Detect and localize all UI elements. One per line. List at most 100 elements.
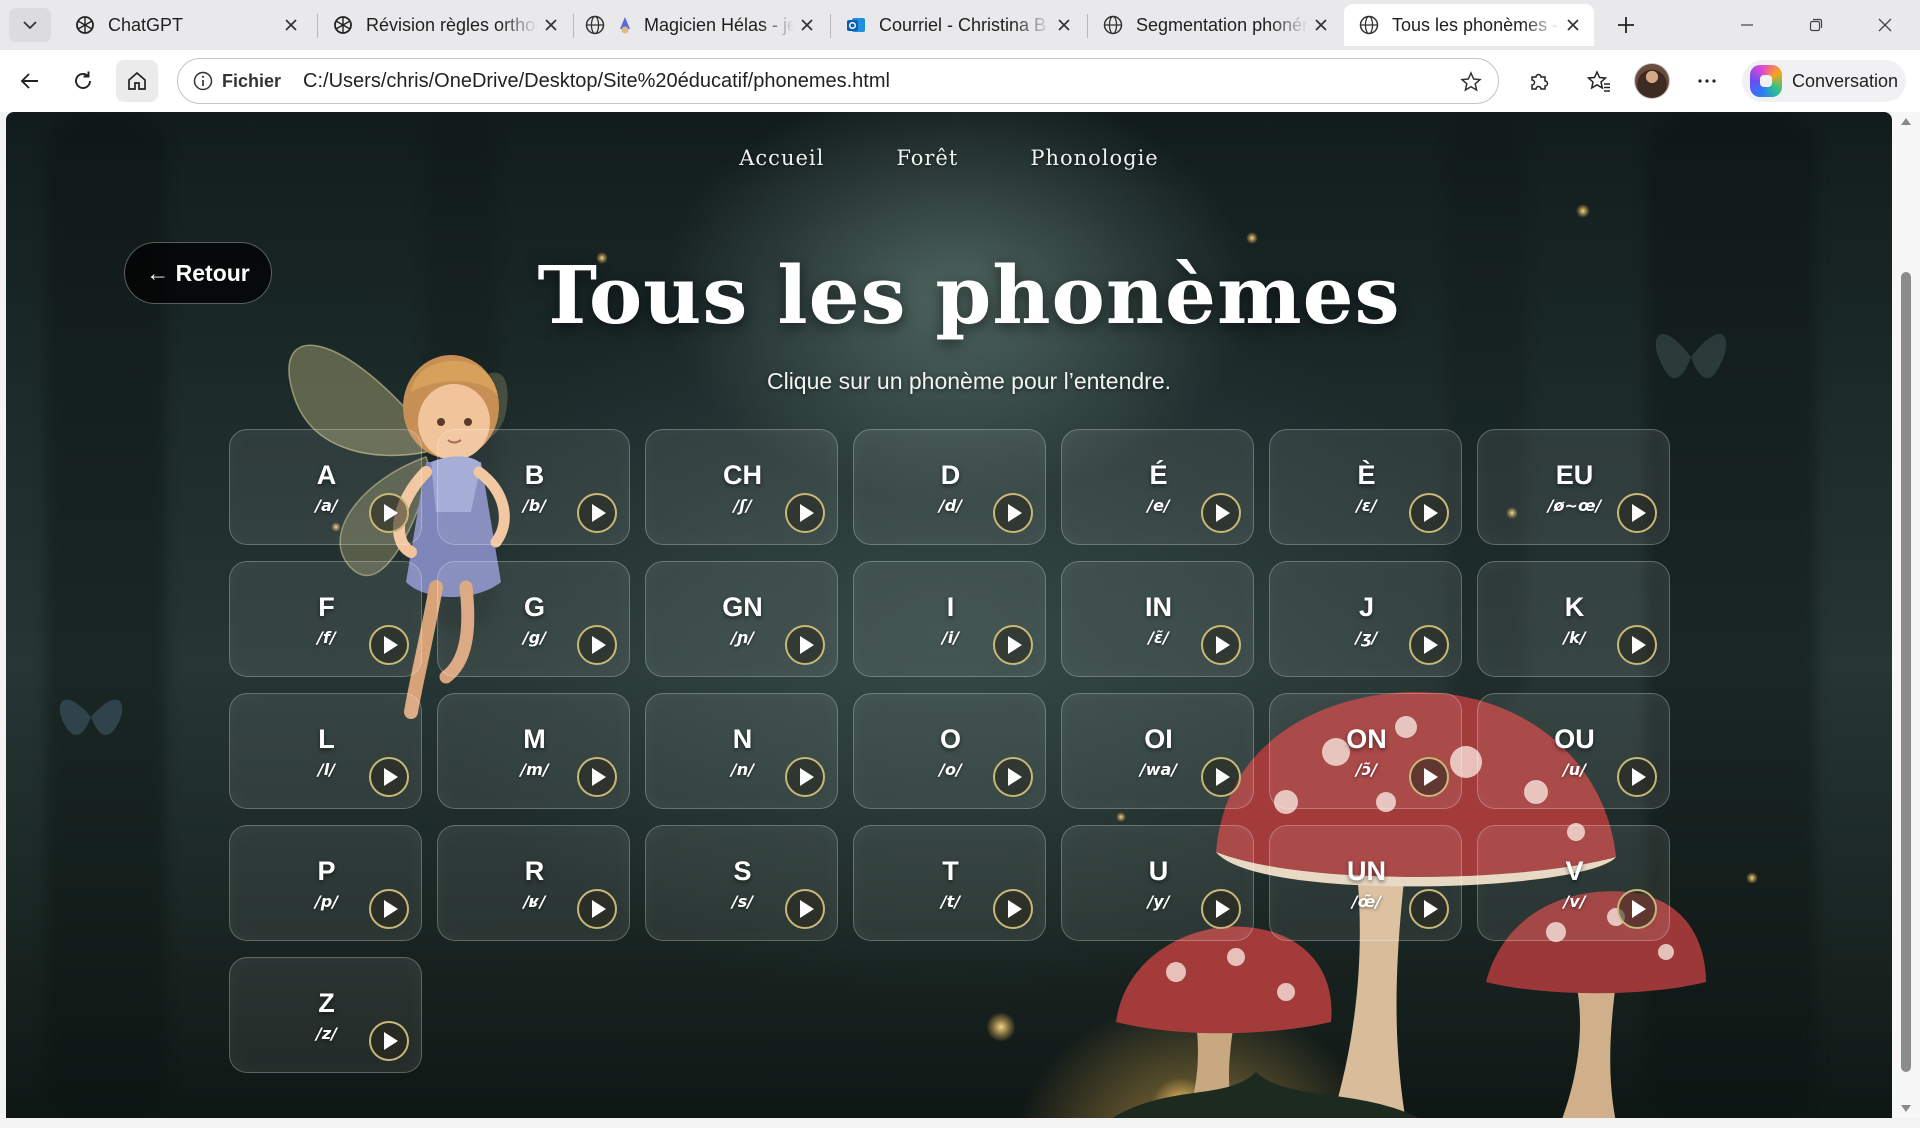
play-icon[interactable] (369, 625, 409, 665)
phoneme-card[interactable]: M/m/ (437, 693, 630, 809)
phoneme-card[interactable]: OI/wa/ (1061, 693, 1254, 809)
close-icon[interactable] (278, 12, 304, 38)
phoneme-card[interactable]: UN/œ̃/ (1269, 825, 1462, 941)
phoneme-letter: GN (722, 592, 763, 622)
phoneme-card[interactable]: T/t/ (853, 825, 1046, 941)
phoneme-card[interactable]: IN/ɛ̃/ (1061, 561, 1254, 677)
close-icon[interactable] (794, 12, 820, 38)
tab-courriel[interactable]: Courriel - Christina B (831, 4, 1085, 46)
phoneme-letter: ON (1346, 724, 1387, 754)
phoneme-card[interactable]: F/f/ (229, 561, 422, 677)
play-icon[interactable] (785, 889, 825, 929)
play-icon[interactable] (1409, 889, 1449, 929)
phoneme-card[interactable]: I/i/ (853, 561, 1046, 677)
phoneme-card[interactable]: P/p/ (229, 825, 422, 941)
play-icon[interactable] (369, 493, 409, 533)
reload-button[interactable] (62, 60, 104, 102)
phoneme-card[interactable]: L/l/ (229, 693, 422, 809)
back-nav-button[interactable] (9, 60, 51, 102)
play-icon[interactable] (1409, 493, 1449, 533)
copilot-button[interactable]: Conversation (1742, 60, 1906, 102)
info-icon[interactable] (190, 68, 216, 94)
site-navigation: Accueil Forêt Phonologie (6, 146, 1892, 170)
play-icon[interactable] (1617, 493, 1657, 533)
play-icon[interactable] (369, 1021, 409, 1061)
star-icon[interactable] (1458, 69, 1484, 95)
tab-segmentation[interactable]: Segmentation phonémique (1088, 4, 1342, 46)
play-icon[interactable] (1201, 757, 1241, 797)
minimize-button[interactable] (1724, 8, 1770, 42)
scrollbar-thumb[interactable] (1901, 272, 1911, 1072)
phoneme-card[interactable]: A/a/ (229, 429, 422, 545)
close-icon[interactable] (1051, 12, 1077, 38)
tab-revision[interactable]: Révision règles orthographiques (318, 4, 572, 46)
favorites-button[interactable] (1578, 60, 1620, 102)
restore-button[interactable] (1793, 8, 1839, 42)
tab-actions-menu-button[interactable] (9, 8, 51, 42)
phoneme-card[interactable]: J/ʒ/ (1269, 561, 1462, 677)
phoneme-card[interactable]: G/g/ (437, 561, 630, 677)
play-icon[interactable] (1201, 493, 1241, 533)
phoneme-card[interactable]: D/d/ (853, 429, 1046, 545)
home-button[interactable] (116, 60, 158, 102)
play-icon[interactable] (1409, 625, 1449, 665)
page-scrollbar[interactable] (1892, 112, 1920, 1118)
play-icon[interactable] (785, 625, 825, 665)
play-icon[interactable] (785, 757, 825, 797)
new-tab-button[interactable] (1610, 9, 1642, 41)
tab-magicien[interactable]: Magicien Hélas - jeu (574, 4, 828, 46)
play-icon[interactable] (577, 757, 617, 797)
play-icon[interactable] (993, 757, 1033, 797)
play-icon[interactable] (1617, 757, 1657, 797)
tab-chatgpt[interactable]: ChatGPT (60, 4, 312, 46)
play-icon[interactable] (1201, 625, 1241, 665)
phoneme-card[interactable]: CH/ʃ/ (645, 429, 838, 545)
phoneme-card[interactable]: GN/ɲ/ (645, 561, 838, 677)
play-icon[interactable] (993, 493, 1033, 533)
phoneme-card[interactable]: B/b/ (437, 429, 630, 545)
play-icon[interactable] (1201, 889, 1241, 929)
more-menu-button[interactable] (1686, 60, 1728, 102)
scroll-up-arrow-icon[interactable] (1901, 118, 1911, 125)
close-window-button[interactable] (1862, 8, 1908, 42)
play-icon[interactable] (369, 757, 409, 797)
nav-link-foret[interactable]: Forêt (896, 146, 958, 170)
play-icon[interactable] (1617, 889, 1657, 929)
phoneme-card[interactable]: É/e/ (1061, 429, 1254, 545)
play-icon[interactable] (1409, 757, 1449, 797)
close-icon[interactable] (1308, 12, 1334, 38)
phoneme-card[interactable]: OU/u/ (1477, 693, 1670, 809)
phoneme-card[interactable]: S/s/ (645, 825, 838, 941)
phoneme-card[interactable]: N/n/ (645, 693, 838, 809)
tab-tous-les-phonemes[interactable]: Tous les phonèmes - Site (1344, 4, 1594, 46)
close-icon[interactable] (1560, 12, 1586, 38)
phoneme-card[interactable]: U/y/ (1061, 825, 1254, 941)
play-icon[interactable] (1617, 625, 1657, 665)
play-icon[interactable] (577, 889, 617, 929)
address-bar[interactable]: Fichier C:/Users/chris/OneDrive/Desktop/… (177, 58, 1499, 104)
play-icon[interactable] (577, 493, 617, 533)
nav-link-accueil[interactable]: Accueil (739, 146, 824, 170)
play-icon[interactable] (785, 493, 825, 533)
profile-avatar[interactable] (1634, 63, 1670, 99)
phoneme-card[interactable]: È/ɛ/ (1269, 429, 1462, 545)
address-url[interactable]: C:/Users/chris/OneDrive/Desktop/Site%20é… (303, 70, 890, 93)
scroll-down-arrow-icon[interactable] (1901, 1105, 1911, 1112)
play-icon[interactable] (577, 625, 617, 665)
phoneme-card[interactable]: K/k/ (1477, 561, 1670, 677)
phoneme-card[interactable]: O/o/ (853, 693, 1046, 809)
play-icon[interactable] (993, 889, 1033, 929)
phoneme-letter: IN (1145, 592, 1172, 622)
favorites-icon (1586, 70, 1610, 92)
close-icon[interactable] (538, 12, 564, 38)
phoneme-card[interactable]: EU/ø~œ/ (1477, 429, 1670, 545)
phoneme-card[interactable]: V/v/ (1477, 825, 1670, 941)
play-icon[interactable] (993, 625, 1033, 665)
extensions-button[interactable] (1518, 60, 1560, 102)
firefly (1576, 204, 1590, 218)
nav-link-phonologie[interactable]: Phonologie (1030, 146, 1158, 170)
phoneme-card[interactable]: Z/z/ (229, 957, 422, 1073)
play-icon[interactable] (369, 889, 409, 929)
phoneme-card[interactable]: ON/ɔ̃/ (1269, 693, 1462, 809)
phoneme-card[interactable]: R/ʁ/ (437, 825, 630, 941)
